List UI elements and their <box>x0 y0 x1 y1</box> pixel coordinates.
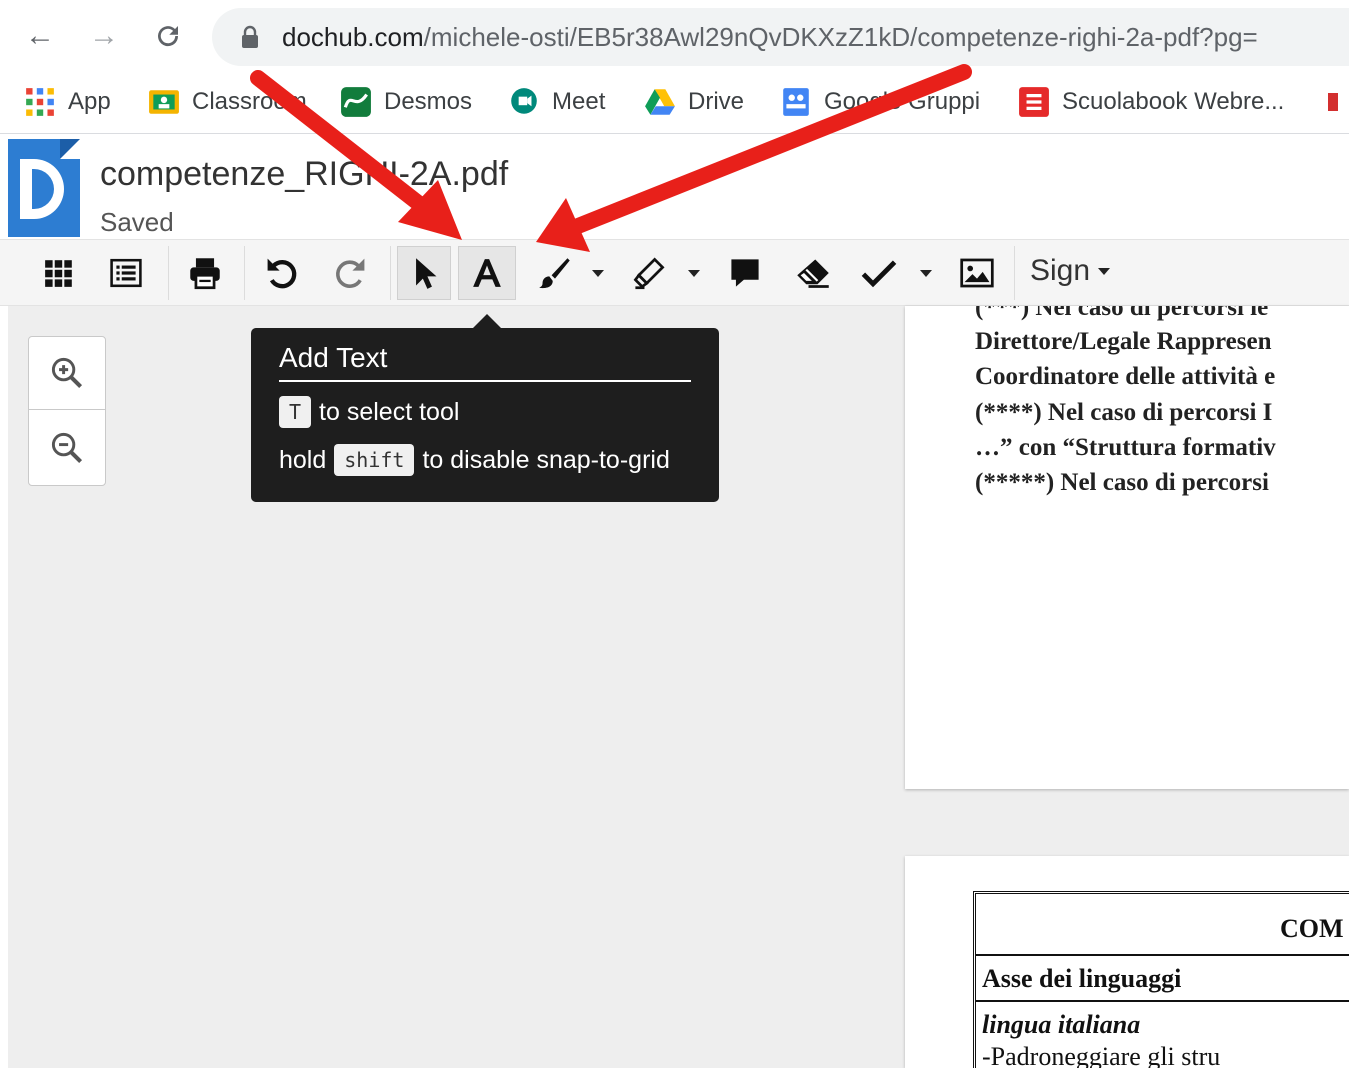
grid-view-icon[interactable] <box>32 246 86 300</box>
meet-icon <box>508 86 540 118</box>
url-domain: dochub.com <box>282 22 424 52</box>
tooltip-pointer <box>473 314 501 328</box>
zoom-in-icon <box>51 357 83 389</box>
tooltip-text: to select tool <box>319 397 460 426</box>
page-text-line: Direttore/Legale Rappresen <box>975 328 1272 355</box>
bookmark-label: Drive <box>688 88 745 115</box>
table-row: Asse dei linguaggi <box>976 956 1349 1002</box>
image-icon[interactable] <box>950 246 1004 300</box>
tooltip-text: hold <box>279 445 327 474</box>
checkmark-icon[interactable] <box>852 246 906 300</box>
highlighter-icon[interactable] <box>622 246 676 300</box>
back-arrow-icon[interactable]: ← <box>18 14 62 58</box>
lock-icon <box>242 25 258 48</box>
bookmark-label: Classroom <box>192 88 307 115</box>
competence-table: COM Asse dei linguaggi lingua italiana -… <box>973 891 1349 1068</box>
bookmark-label: Google Gruppi <box>824 88 981 115</box>
desmos-icon <box>340 86 372 118</box>
apps-grid-icon <box>24 86 56 118</box>
table-header-cell: COM <box>976 894 1349 956</box>
bookmark-overflow[interactable] <box>1326 84 1349 120</box>
shortcut-key-shift: shift <box>334 444 415 476</box>
zoom-controls <box>28 336 106 486</box>
comment-icon[interactable] <box>718 246 772 300</box>
url-input[interactable]: dochub.com/michele-osti/EB5r38Awl29nQvDK… <box>212 8 1349 66</box>
editor-toolbar: Sign <box>0 239 1349 306</box>
bookmarks-bar: App Classroom Desmos Meet Drive Google G… <box>0 70 1349 134</box>
print-icon[interactable] <box>178 246 232 300</box>
bookmark-desmos[interactable]: Desmos <box>340 84 472 120</box>
pdf-page-2[interactable]: COM Asse dei linguaggi lingua italiana -… <box>905 856 1349 1068</box>
bookmark-drive[interactable]: Drive <box>644 84 744 120</box>
subject-label: lingua italiana <box>982 1010 1141 1039</box>
dochub-logo[interactable] <box>8 139 80 237</box>
redo-icon[interactable] <box>323 246 377 300</box>
groups-icon <box>780 86 812 118</box>
brush-dropdown-caret[interactable] <box>586 246 610 300</box>
select-pointer-icon[interactable] <box>397 246 451 300</box>
bookmark-label: App <box>68 88 111 115</box>
bookmark-label: Scuolabook Webre... <box>1062 88 1285 115</box>
bookmark-app[interactable]: App <box>24 84 111 120</box>
zoom-in-button[interactable] <box>29 337 105 410</box>
drive-icon <box>644 86 676 118</box>
reload-icon[interactable] <box>146 14 190 58</box>
page-text-line: (****) Nel caso di percorsi I <box>975 399 1273 426</box>
bookmark-classroom[interactable]: Classroom <box>148 84 307 120</box>
checkmark-dropdown-caret[interactable] <box>914 246 938 300</box>
competence-text: -Padroneggiare gli stru <box>982 1042 1221 1068</box>
shortcut-key-t: T <box>279 396 312 428</box>
bookmark-scuolabook[interactable]: Scuolabook Webre... <box>1018 84 1284 120</box>
highlighter-dropdown-caret[interactable] <box>682 246 706 300</box>
save-status: Saved <box>100 207 174 237</box>
sign-label: Sign <box>1030 254 1091 287</box>
add-text-icon[interactable] <box>458 246 516 300</box>
page-text-line: (***) Nel caso di percorsi ie <box>975 306 1269 321</box>
add-text-tooltip: Add Text T to select tool hold shift to … <box>251 314 719 502</box>
table-header-text: COM <box>1280 914 1344 943</box>
forward-arrow-icon[interactable]: → <box>82 14 126 58</box>
url-path: /michele-osti/EB5r38Awl29nQvDKXzZ1kD/com… <box>423 22 1258 52</box>
page-text-line: (*****) Nel caso di percorsi <box>975 469 1269 496</box>
bookmark-label: Meet <box>552 88 606 115</box>
tooltip-title: Add Text <box>279 342 691 382</box>
document-title[interactable]: competenze_RIGHI-2A.pdf <box>100 155 508 194</box>
tooltip-text: to disable snap-to-grid <box>422 445 670 474</box>
bookmark-label: Desmos <box>384 88 473 115</box>
zoom-out-button[interactable] <box>29 411 105 484</box>
classroom-icon <box>148 86 180 118</box>
chevron-down-icon <box>1098 267 1111 275</box>
scuolabook-icon <box>1018 86 1050 118</box>
undo-icon[interactable] <box>255 246 309 300</box>
sign-menu-button[interactable]: Sign <box>1030 254 1111 288</box>
eraser-icon[interactable] <box>786 246 840 300</box>
pdf-page-1[interactable]: (***) Nel caso di percorsi ie Direttore/… <box>905 306 1349 789</box>
page-text-line: Coordinatore delle attività e <box>975 363 1276 390</box>
document-header: competenze_RIGHI-2A.pdf Saved <box>0 135 1349 239</box>
browser-address-bar: ← → dochub.com/michele-osti/EB5r38Awl29n… <box>0 0 1349 70</box>
bookmark-partial-icon <box>1326 86 1349 118</box>
tooltip-snap-row: hold shift to disable snap-to-grid <box>279 444 670 476</box>
zoom-out-icon <box>51 432 83 463</box>
table-row: lingua italiana -Padroneggiare gli stru <box>976 1002 1349 1068</box>
bookmark-meet[interactable]: Meet <box>508 84 605 120</box>
page-text-line: …” con “Struttura formativ <box>975 434 1276 461</box>
tooltip-shortcut-row: T to select tool <box>279 396 459 428</box>
bookmark-google-gruppi[interactable]: Google Gruppi <box>780 84 980 120</box>
list-view-icon[interactable] <box>99 246 153 300</box>
brush-icon[interactable] <box>528 246 582 300</box>
url-text: dochub.com/michele-osti/EB5r38Awl29nQvDK… <box>282 22 1258 53</box>
